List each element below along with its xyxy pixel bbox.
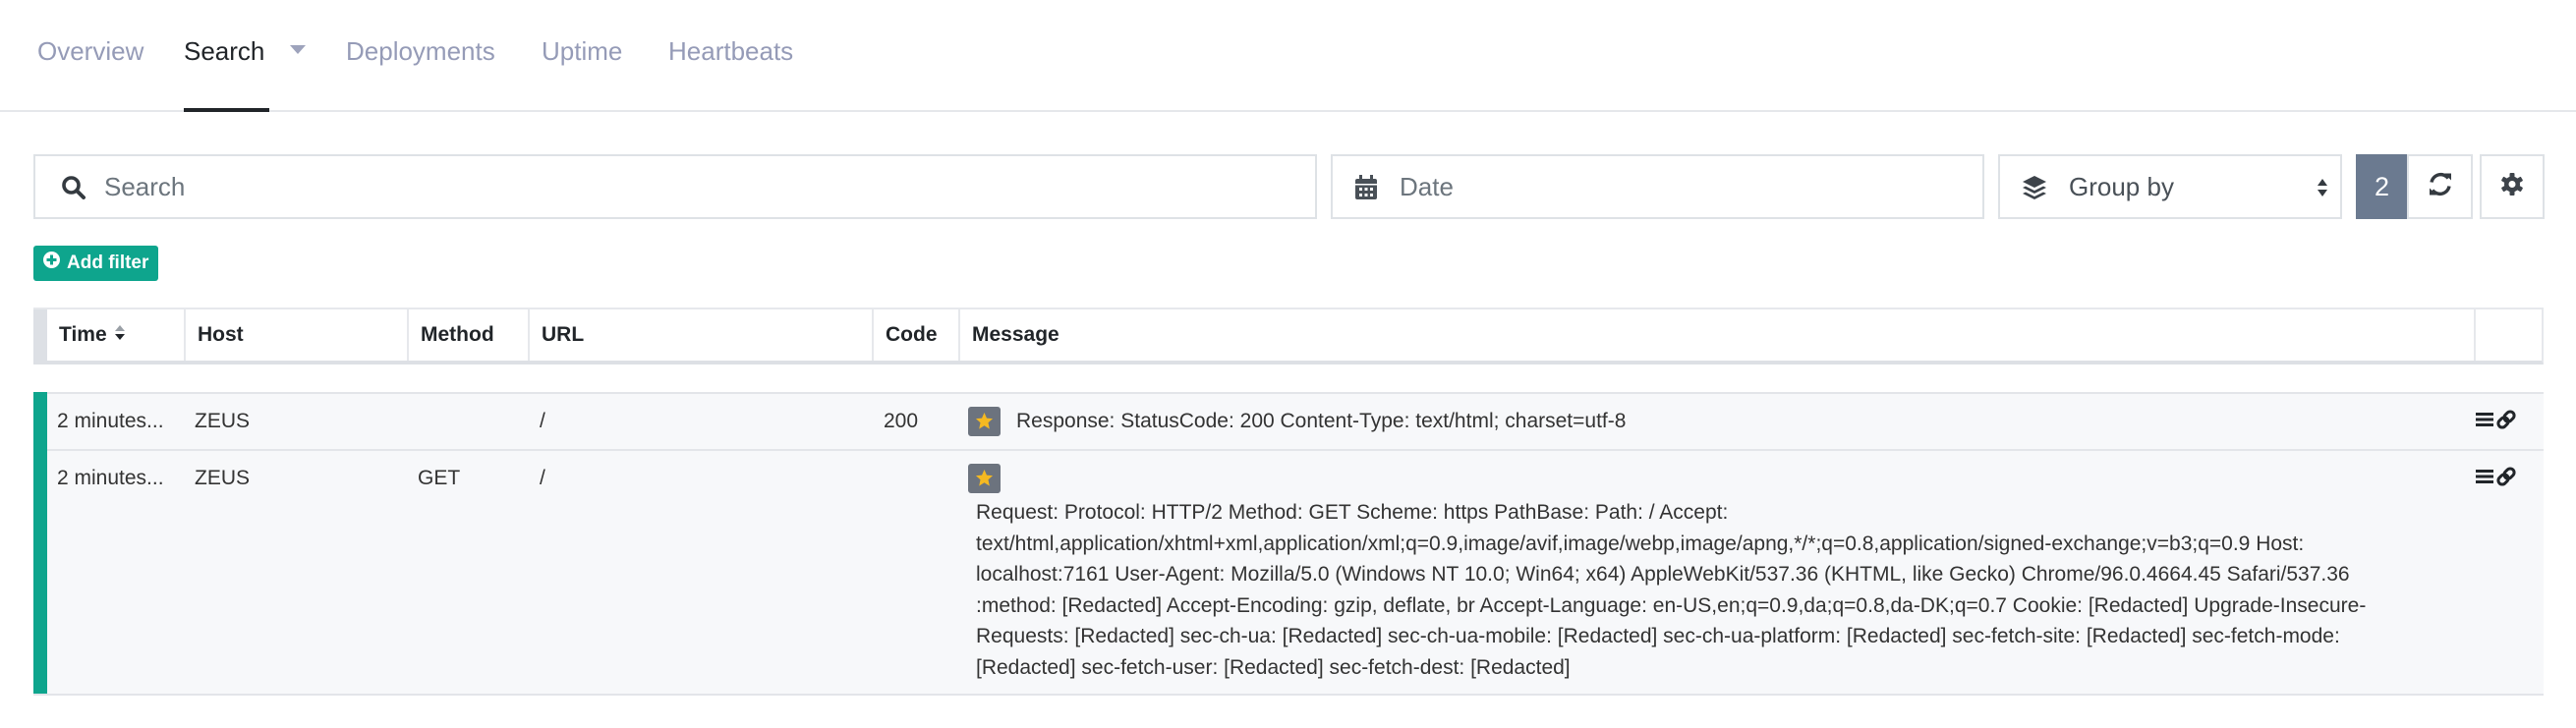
header-stripe	[33, 309, 47, 361]
row-accent-bar	[33, 449, 47, 694]
search-icon	[61, 175, 86, 200]
column-header-message[interactable]: Message	[958, 309, 2474, 361]
search-placeholder: Search	[104, 172, 186, 201]
column-label: Message	[972, 323, 1059, 346]
cell-message: Request: Protocol: HTTP/2 Method: GET Sc…	[976, 501, 2367, 679]
column-header-time[interactable]: Time	[47, 309, 184, 361]
tab-label: Deployments	[346, 36, 495, 66]
settings-button[interactable]	[2480, 154, 2545, 219]
group-by-label: Group by	[2069, 172, 2174, 201]
row-actions	[2476, 467, 2516, 491]
result-count-badge: 2	[2356, 154, 2408, 219]
tab-deployments[interactable]: Deployments	[346, 33, 495, 112]
column-header-code[interactable]: Code	[872, 309, 958, 361]
tab-uptime[interactable]: Uptime	[542, 33, 622, 112]
cell-message: Response: StatusCode: 200 Content-Type: …	[1016, 410, 1627, 432]
column-label: Time	[59, 323, 107, 346]
date-placeholder: Date	[1400, 172, 1454, 201]
group-by-select[interactable]: Group by	[1998, 154, 2342, 219]
refresh-icon	[2428, 172, 2453, 202]
column-header-host[interactable]: Host	[184, 309, 407, 361]
cell-time: 2 minutes...	[57, 467, 164, 489]
add-filter-label: Add filter	[67, 252, 149, 273]
refresh-button[interactable]	[2407, 154, 2473, 219]
link-icon[interactable]	[2496, 467, 2516, 491]
tab-overview[interactable]: Overview	[37, 33, 143, 112]
tab-label: Search	[184, 36, 265, 66]
column-label: URL	[542, 323, 585, 346]
search-input[interactable]: Search	[33, 154, 1317, 219]
column-label: Host	[198, 323, 244, 346]
cell-url: /	[540, 410, 545, 432]
cell-url: /	[540, 467, 545, 489]
table-row[interactable]: 2 minutes... ZEUS / 200 Response: Status…	[33, 392, 2544, 451]
calendar-icon	[1354, 175, 1380, 200]
layers-icon	[2022, 175, 2047, 200]
link-icon[interactable]	[2496, 410, 2516, 434]
list-icon[interactable]	[2476, 412, 2493, 432]
column-header-actions	[2474, 309, 2542, 361]
select-arrows-icon	[2317, 178, 2328, 202]
list-icon[interactable]	[2476, 469, 2493, 489]
tab-search[interactable]: Search	[184, 33, 269, 112]
cell-host: ZEUS	[195, 410, 251, 432]
star-icon	[975, 412, 994, 429]
column-header-url[interactable]: URL	[528, 309, 872, 361]
tab-heartbeats[interactable]: Heartbeats	[668, 33, 793, 112]
plus-circle-icon	[43, 246, 60, 281]
column-label: Code	[886, 323, 938, 346]
star-badge[interactable]	[968, 464, 1001, 493]
column-label: Method	[421, 323, 494, 346]
gear-icon	[2500, 173, 2524, 201]
table-header: Time Host Method URL Code Message	[33, 308, 2544, 364]
tab-label: Overview	[37, 36, 144, 66]
tab-label: Uptime	[542, 36, 623, 66]
cell-code: 200	[884, 410, 919, 432]
cell-host: ZEUS	[195, 467, 251, 489]
row-accent-bar	[33, 392, 47, 451]
nav-tabs: Overview Search Deployments Uptime Heart…	[0, 0, 2576, 112]
star-icon	[975, 469, 994, 486]
star-badge[interactable]	[968, 407, 1001, 436]
search-tab-dropdown-caret-icon[interactable]	[290, 45, 306, 54]
table-row[interactable]: 2 minutes... ZEUS GET / Request: Protoco…	[33, 449, 2544, 696]
add-filter-button[interactable]: Add filter	[33, 246, 159, 281]
sort-icon[interactable]	[114, 325, 125, 341]
date-input[interactable]: Date	[1331, 154, 1984, 219]
row-actions	[2476, 410, 2516, 434]
cell-time: 2 minutes...	[57, 410, 164, 432]
tab-label: Heartbeats	[668, 36, 794, 66]
column-header-method[interactable]: Method	[407, 309, 528, 361]
cell-method: GET	[418, 467, 461, 489]
